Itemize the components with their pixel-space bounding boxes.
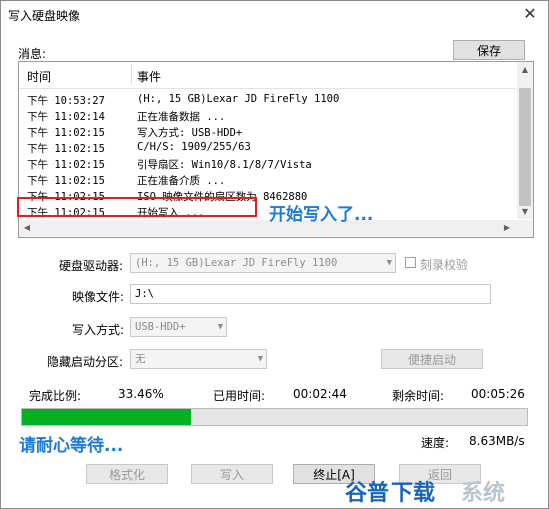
log-event: 引导扇区: Win10/8.1/8/7/Vista [137, 159, 312, 171]
elapsed-value: 00:02:44 [293, 387, 347, 401]
column-event[interactable]: 事件 [137, 68, 161, 85]
log-row[interactable]: 下午 11:02:14 正在准备数据 ... [19, 108, 516, 124]
log-event: C/H/S: 1909/255/63 [137, 141, 251, 153]
write-method-value: USB-HDD+ [135, 321, 186, 333]
log-time: 下午 11:02:15 [27, 143, 105, 155]
log-row[interactable]: 下午 11:02:15 引导扇区: Win10/8.1/8/7/Vista [19, 156, 516, 172]
watermark-part-c: 系统 [461, 481, 506, 506]
log-header: 时间 事件 [19, 62, 516, 89]
annotation-please-wait: 请耐心等待... [19, 436, 124, 456]
drive-value: (H:, 15 GB)Lexar JD FireFly 1100 [135, 257, 338, 269]
hidden-partition-label: 隐藏启动分区: [47, 355, 124, 369]
drive-label: 硬盘驱动器: [59, 259, 124, 273]
watermark-part-a: 谷普 [345, 481, 390, 506]
ratio-value: 33.46% [118, 387, 164, 401]
scroll-left-icon[interactable]: ◀ [19, 223, 35, 232]
remaining-value: 00:05:26 [471, 387, 525, 401]
log-time: 下午 11:02:15 [27, 175, 105, 187]
scroll-down-icon[interactable]: ▼ [517, 207, 533, 216]
verify-label: 刻录校验 [420, 258, 469, 272]
quick-boot-button[interactable]: 便捷启动 [381, 349, 483, 369]
image-file-field[interactable]: J:\ [130, 284, 491, 304]
write-method-select[interactable]: USB-HDD+ ▼ [130, 317, 227, 337]
remaining-label: 剩余时间: [392, 389, 445, 403]
log-time: 下午 11:02:14 [27, 111, 105, 123]
vertical-scroll-thumb[interactable] [519, 88, 531, 206]
write-disk-image-dialog: 写入硬盘映像 ✕ 消息: 保存 时间 事件 下午 10:53:27 (H:, 15… [0, 0, 549, 509]
ratio-label: 完成比例: [29, 389, 82, 403]
elapsed-label: 已用时间: [213, 389, 266, 403]
scroll-right-icon[interactable]: ▶ [499, 223, 515, 232]
log-event: 正在准备数据 ... [137, 111, 226, 123]
watermark-part-b: 下载 [391, 481, 436, 506]
hidden-partition-value: 无 [135, 353, 146, 365]
write-method-label: 写入方式: [72, 323, 125, 337]
column-time[interactable]: 时间 [27, 68, 51, 85]
log-event: (H:, 15 GB)Lexar JD FireFly 1100 [137, 93, 340, 105]
start-writing-highlight [17, 197, 257, 217]
messages-label: 消息: [18, 47, 47, 61]
verify-checkbox[interactable] [405, 257, 416, 268]
image-file-value: J:\ [135, 288, 154, 300]
annotation-writing-started: 开始写入了... [269, 205, 374, 225]
chevron-down-icon: ▼ [217, 322, 223, 332]
log-event: 写入方式: USB-HDD+ [137, 127, 243, 139]
chevron-down-icon: ▼ [386, 258, 392, 268]
log-row[interactable]: 下午 11:02:15 正在准备介质 ... [19, 172, 516, 188]
format-button[interactable]: 格式化 [86, 464, 168, 484]
log-row[interactable]: 下午 11:02:15 写入方式: USB-HDD+ [19, 124, 516, 140]
image-file-label: 映像文件: [72, 290, 125, 304]
progress-fill [22, 409, 191, 425]
speed-label: 速度: [421, 436, 450, 450]
progress-bar [21, 408, 528, 426]
chevron-down-icon: ▼ [257, 354, 263, 364]
log-event: 正在准备介质 ... [137, 175, 226, 187]
log-time: 下午 10:53:27 [27, 95, 105, 107]
log-row[interactable]: 下午 10:53:27 (H:, 15 GB)Lexar JD FireFly 1… [19, 92, 516, 108]
scroll-up-icon[interactable]: ▲ [517, 65, 533, 74]
save-button[interactable]: 保存 [453, 40, 525, 60]
log-row[interactable]: 下午 11:02:15 C/H/S: 1909/255/63 [19, 140, 516, 156]
vertical-scrollbar[interactable]: ▲ ▼ [517, 62, 533, 219]
log-time: 下午 11:02:15 [27, 127, 105, 139]
title-bar: 写入硬盘映像 ✕ [1, 1, 548, 29]
log-time: 下午 11:02:15 [27, 159, 105, 171]
hidden-partition-select[interactable]: 无 ▼ [130, 349, 267, 369]
window-title: 写入硬盘映像 [8, 9, 81, 23]
column-divider [131, 64, 132, 84]
drive-select[interactable]: (H:, 15 GB)Lexar JD FireFly 1100 ▼ [130, 253, 396, 273]
speed-value: 8.63MB/s [469, 434, 525, 448]
close-icon[interactable]: ✕ [520, 4, 540, 24]
write-button[interactable]: 写入 [191, 464, 273, 484]
